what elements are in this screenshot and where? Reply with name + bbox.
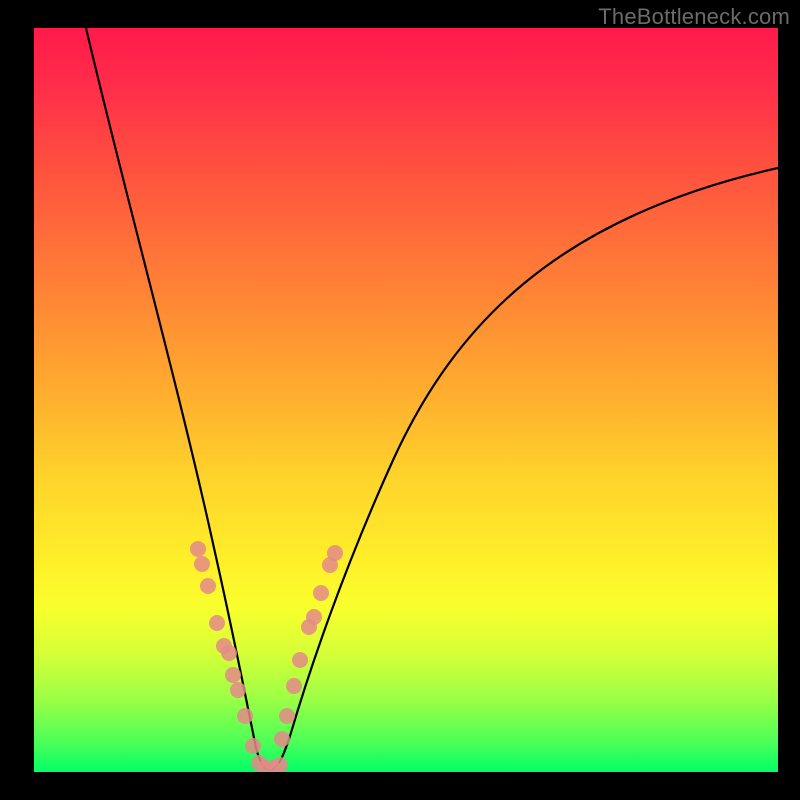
data-marker: [327, 545, 343, 561]
data-marker: [230, 682, 246, 698]
data-marker: [274, 731, 290, 747]
data-marker: [237, 708, 253, 724]
data-marker: [272, 757, 288, 772]
bottleneck-curve: [34, 28, 778, 772]
data-marker: [306, 609, 322, 625]
data-marker: [209, 615, 225, 631]
curve-path: [86, 28, 778, 770]
data-marker: [225, 667, 241, 683]
watermark-text: TheBottleneck.com: [598, 4, 790, 30]
data-marker: [221, 645, 237, 661]
data-marker: [194, 556, 210, 572]
data-marker: [190, 541, 206, 557]
chart-plot-area: [34, 28, 778, 772]
data-marker: [245, 738, 261, 754]
chart-outer-frame: TheBottleneck.com: [0, 0, 800, 800]
data-marker: [313, 585, 329, 601]
data-marker: [286, 678, 302, 694]
data-marker: [279, 708, 295, 724]
data-marker: [200, 578, 216, 594]
data-marker: [292, 652, 308, 668]
